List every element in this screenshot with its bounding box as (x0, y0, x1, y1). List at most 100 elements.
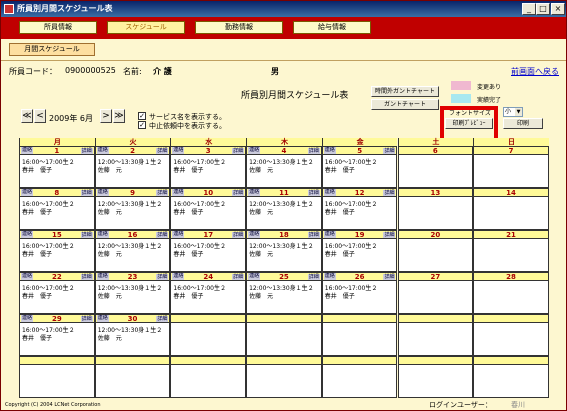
schedule-staff: 春井 優子 (173, 293, 204, 300)
schedule-staff: 佐藤 元 (97, 293, 122, 300)
nav-work-info[interactable]: 勤務情報 (195, 21, 283, 34)
calendar-day-cell[interactable]: 連絡 詳細 24 16:00～17:00生２ 春井 優子 (170, 272, 247, 314)
calendar-day-cell[interactable] (321, 356, 398, 398)
next-year-button[interactable]: ≫ (113, 109, 125, 123)
calendar-day-cell[interactable]: 20 (397, 230, 474, 272)
day-header (398, 357, 473, 365)
calendar-day-cell[interactable]: 連絡 詳細 17 16:00～17:00生２ 春井 優子 (170, 230, 247, 272)
calendar-day-cell[interactable]: 27 (397, 272, 474, 314)
weekday-header: 木 (246, 138, 322, 146)
current-date: 2009年 6月 (49, 114, 93, 123)
calendar-day-cell[interactable] (246, 356, 322, 398)
day-number: 5 (357, 147, 363, 155)
schedule-staff: 春井 優子 (22, 335, 53, 342)
calendar-day-cell[interactable] (170, 314, 247, 356)
login-user-value: 春川 (511, 401, 525, 409)
calendar-day-cell[interactable] (19, 356, 95, 398)
font-size-select[interactable]: 小 ▼ (503, 107, 523, 117)
close-button[interactable]: × (551, 3, 565, 15)
calendar-day-cell[interactable]: 21 (473, 230, 549, 272)
schedule-staff: 佐藤 元 (249, 251, 274, 258)
calendar-day-cell[interactable]: 連絡 詳細 18 12:00～13:30身１生２ 佐藤 元 (246, 230, 322, 272)
calendar-day-cell[interactable]: 連絡 詳細 15 16:00～17:00生２ 春井 優子 (19, 230, 95, 272)
day-header: 連絡 詳細 19 (322, 231, 397, 239)
calendar-day-cell[interactable]: 連絡 詳細 11 12:00～13:30身１生２ 佐藤 元 (246, 188, 322, 230)
calendar-day-cell[interactable]: 連絡 詳細 3 16:00～17:00生２ 春井 優子 (170, 146, 247, 188)
day-header: 21 (474, 231, 548, 239)
day-number: 29 (51, 315, 62, 323)
day-number: 9 (130, 189, 135, 197)
calendar-day-cell[interactable] (94, 356, 171, 398)
tab-monthly-schedule[interactable]: 月間スケジュール (9, 43, 95, 56)
calendar-day-cell[interactable]: 連絡 詳細 29 16:00～17:00生２ 春井 優子 (19, 314, 95, 356)
calendar-day-cell[interactable]: 連絡 詳細 8 16:00～17:00生２ 春井 優子 (19, 188, 95, 230)
nav-staff-info[interactable]: 所員情報 (19, 21, 97, 34)
print-button[interactable]: 印刷 (503, 118, 543, 129)
day-number: 23 (127, 273, 138, 281)
calendar-day-cell[interactable] (246, 314, 322, 356)
calendar-day-cell[interactable]: 連絡 詳細 10 16:00～17:00生２ 春井 優子 (170, 188, 247, 230)
calendar-day-cell[interactable]: 連絡 詳細 5 16:00～17:00生２ 春井 優子 (321, 146, 398, 188)
day-number: 7 (508, 147, 514, 155)
day-header: 連絡 詳細 8 (20, 189, 94, 197)
calendar-day-cell[interactable] (321, 314, 398, 356)
maximize-button[interactable]: □ (536, 3, 550, 15)
font-size-value: 小 (505, 108, 512, 115)
schedule-staff: 佐藤 元 (249, 293, 274, 300)
calendar-day-cell[interactable] (170, 356, 247, 398)
gantt-chart-button[interactable]: ガントチャート (371, 99, 439, 110)
day-header: 28 (474, 273, 548, 281)
nav-schedule[interactable]: スケジュール (107, 21, 185, 34)
day-number: 3 (205, 147, 211, 155)
calendar-day-cell[interactable]: 28 (473, 272, 549, 314)
calendar-day-cell[interactable] (473, 314, 549, 356)
next-month-button[interactable]: > (100, 109, 112, 123)
gantt-outside-button[interactable]: 時間外ガントチャート (371, 86, 439, 97)
nav-salary-info[interactable]: 給与情報 (293, 21, 371, 34)
calendar-day-cell[interactable]: 13 (397, 188, 474, 230)
app-icon (4, 4, 14, 14)
minimize-button[interactable]: _ (522, 3, 536, 15)
staff-code: 0900000525 (65, 66, 116, 75)
calendar-day-cell[interactable]: 連絡 詳細 22 16:00～17:00生２ 春井 優子 (19, 272, 95, 314)
prev-year-button[interactable]: ≪ (21, 109, 33, 123)
calendar-day-cell[interactable]: 6 (397, 146, 474, 188)
day-header: 連絡 詳細 18 (247, 231, 321, 239)
day-number: 24 (203, 273, 214, 281)
day-number: 28 (506, 273, 516, 281)
calendar-day-cell[interactable] (397, 356, 474, 398)
calendar-day-cell[interactable]: 7 (473, 146, 549, 188)
schedule-staff: 春井 優子 (22, 209, 53, 216)
day-header (171, 315, 246, 323)
calendar-day-cell[interactable]: 連絡 詳細 26 16:00～17:00生２ 春井 優子 (321, 272, 398, 314)
calendar-day-cell[interactable] (397, 314, 474, 356)
day-header: 連絡 詳細 30 (95, 315, 170, 323)
calendar-day-cell[interactable]: 連絡 詳細 30 12:00～13:30身１生２ 佐藤 元 (94, 314, 171, 356)
calendar-day-cell[interactable]: 連絡 詳細 12 16:00～17:00生２ 春井 優子 (321, 188, 398, 230)
day-header: 6 (398, 147, 473, 155)
day-header: 連絡 詳細 3 (171, 147, 246, 155)
day-number: 20 (430, 231, 441, 239)
calendar-day-cell[interactable]: 連絡 詳細 9 12:00～13:30身１生２ 佐藤 元 (94, 188, 171, 230)
calendar-day-cell[interactable]: 連絡 詳細 19 16:00～17:00生２ 春井 優子 (321, 230, 398, 272)
show-service-checkbox[interactable]: ✓ (138, 112, 146, 120)
calendar-day-cell[interactable] (473, 356, 549, 398)
day-number: 6 (432, 147, 438, 155)
day-header (171, 357, 246, 365)
calendar-day-cell[interactable]: 連絡 詳細 16 12:00～13:30身１生２ 佐藤 元 (94, 230, 171, 272)
day-header: 27 (398, 273, 473, 281)
calendar-day-cell[interactable]: 連絡 詳細 23 12:00～13:30身１生２ 佐藤 元 (94, 272, 171, 314)
calendar-day-cell[interactable]: 連絡 詳細 4 12:00～13:30身１生２ 佐藤 元 (246, 146, 322, 188)
day-header: 連絡 詳細 1 (20, 147, 94, 155)
show-cancel-checkbox[interactable]: ✓ (138, 121, 146, 129)
calendar-day-cell[interactable]: 連絡 詳細 2 12:00～13:30身１生２ 佐藤 元 (94, 146, 171, 188)
prev-month-button[interactable]: < (34, 109, 46, 123)
back-link[interactable]: 前画面へ戻る (511, 66, 559, 77)
calendar-day-cell[interactable]: 14 (473, 188, 549, 230)
calendar-day-cell[interactable]: 連絡 詳細 25 12:00～13:30身１生２ 佐藤 元 (246, 272, 322, 314)
day-header: 連絡 詳細 10 (171, 189, 246, 197)
day-number: 21 (506, 231, 516, 239)
day-header: 連絡 詳細 4 (247, 147, 321, 155)
calendar-day-cell[interactable]: 連絡 詳細 1 16:00～17:00生２ 春井 優子 (19, 146, 95, 188)
day-number: 25 (279, 273, 289, 281)
